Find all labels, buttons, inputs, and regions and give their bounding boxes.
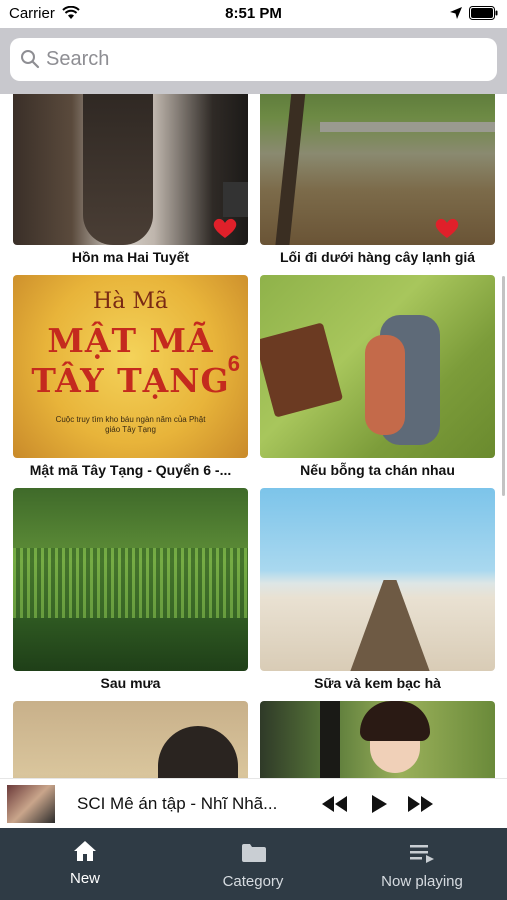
tab-label: New (69, 870, 100, 887)
cover-image (13, 94, 248, 245)
folder-icon (242, 844, 266, 862)
cover-image: Hà Mã MẬT MÃ TÂY TẠNG 6 Cuộc truy tìm kh… (13, 275, 248, 458)
cover-subtitle: Cuộc truy tìm kho báu ngàn năm của Phật … (55, 415, 206, 434)
battery-icon (469, 6, 498, 20)
audiobook-card[interactable] (260, 701, 495, 778)
scroll-indicator[interactable] (502, 276, 505, 496)
audiobook-card[interactable]: Sau mưa (13, 488, 248, 691)
audiobook-grid: Hồn ma Hai Tuyết Lối đi dưới hàng cây lạ… (0, 94, 507, 778)
audiobook-card[interactable]: Hà Mã MẬT MÃ TÂY TẠNG 6 Cuộc truy tìm kh… (13, 275, 248, 478)
fast-forward-icon[interactable] (407, 794, 435, 814)
audiobook-card[interactable]: Hồn ma Hai Tuyết (13, 94, 248, 265)
rewind-icon[interactable] (320, 794, 348, 814)
now-playing-title: SCI Mê án tập - Nhĩ Nhã... (77, 794, 278, 813)
card-title: Lối đi dưới hàng cây lạnh giá (279, 249, 476, 265)
cover-image (260, 701, 495, 778)
cover-image (260, 488, 495, 671)
heart-icon (435, 218, 459, 238)
card-title: Sau mưa (100, 675, 161, 691)
status-bar: Carrier 8:51 PM (0, 0, 507, 28)
search-bar: Search (0, 28, 507, 94)
heart-icon (213, 218, 237, 238)
cover-number: 6 (227, 351, 240, 376)
clock: 8:51 PM (225, 5, 282, 22)
tab-label: Now playing (381, 873, 463, 890)
card-title: Nếu bỗng ta chán nhau (300, 462, 455, 478)
cover-author: Hà Mã (93, 289, 168, 314)
play-icon[interactable] (370, 794, 388, 814)
cover-title: MẬT MÃ TÂY TẠNG (31, 321, 230, 400)
cover-image (13, 488, 248, 671)
card-title: Mật mã Tây Tạng - Quyển 6 -... (29, 462, 232, 478)
cover-image (260, 275, 495, 458)
search-icon (21, 50, 40, 69)
location-icon (450, 7, 462, 19)
audiobook-card[interactable]: Sữa và kem bạc hà (260, 488, 495, 691)
card-title: Hồn ma Hai Tuyết (71, 249, 190, 265)
mini-player[interactable]: SCI Mê án tập - Nhĩ Nhã... (0, 778, 507, 829)
card-title: Sữa và kem bạc hà (314, 675, 441, 691)
tab-new[interactable]: New (25, 828, 145, 900)
audiobook-card[interactable]: Nếu bỗng ta chán nhau (260, 275, 495, 478)
cover-image (13, 701, 248, 778)
tab-category[interactable]: Category (193, 828, 313, 900)
tab-now-playing[interactable]: Now playing (362, 828, 482, 900)
search-input[interactable]: Search (10, 38, 497, 81)
audiobook-card[interactable]: Lối đi dưới hàng cây lạnh giá (260, 94, 495, 265)
search-placeholder: Search (46, 48, 110, 70)
playlist-icon (410, 845, 434, 863)
audiobook-card[interactable] (13, 701, 248, 778)
cover-image (260, 94, 495, 245)
now-playing-artwork (7, 785, 55, 823)
home-icon (74, 841, 96, 861)
tab-bar: New Category Now playing (0, 828, 507, 900)
tab-label: Category (222, 873, 284, 890)
